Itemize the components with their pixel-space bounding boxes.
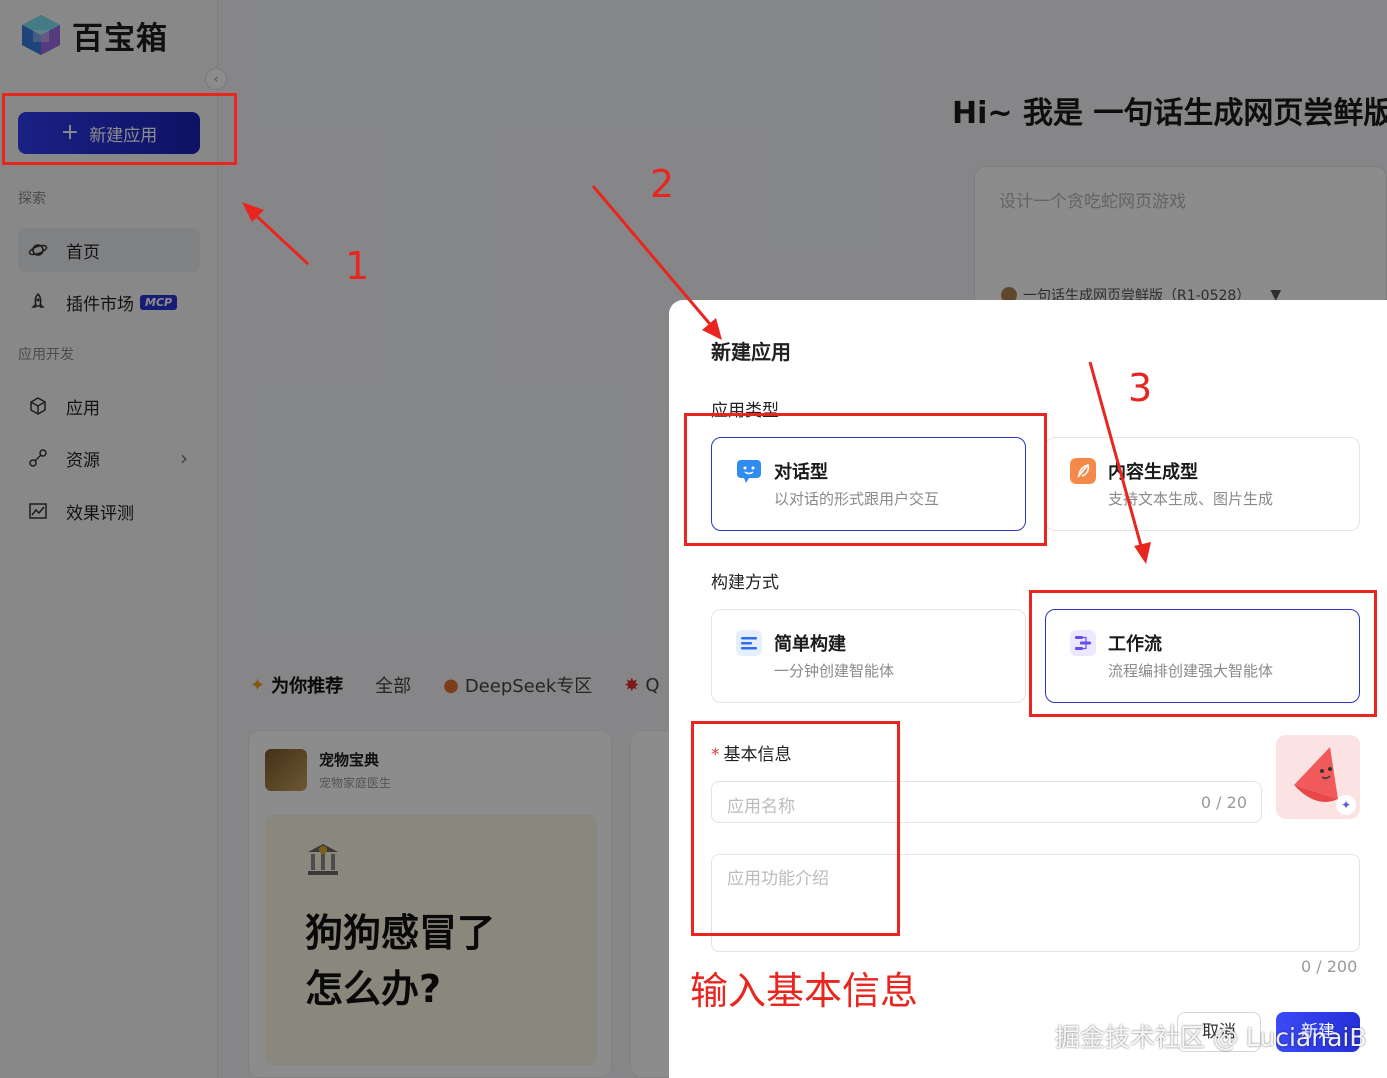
annotation-box-new-app bbox=[2, 93, 237, 165]
annotation-box-chat-type bbox=[684, 413, 1047, 546]
annotation-number-1: 1 bbox=[345, 244, 370, 288]
annotation-note: 输入基本信息 bbox=[690, 969, 919, 1013]
app-description-counter: 0 / 200 bbox=[1301, 957, 1358, 976]
app-avatar-upload[interactable]: ✦ bbox=[1276, 735, 1360, 819]
feather-icon bbox=[1070, 458, 1096, 484]
option-desc: 支持文本生成、图片生成 bbox=[1108, 490, 1274, 508]
option-title: 简单构建 bbox=[774, 634, 846, 655]
app-type-content-option[interactable]: 内容生成型 支持文本生成、图片生成 bbox=[1045, 437, 1360, 531]
annotation-box-workflow bbox=[1029, 590, 1377, 717]
build-mode-simple-option[interactable]: 简单构建 一分钟创建智能体 bbox=[711, 609, 1026, 703]
annotation-box-basic-info bbox=[691, 721, 900, 936]
app-name-counter: 0 / 20 bbox=[1200, 793, 1247, 812]
option-title: 内容生成型 bbox=[1108, 462, 1198, 483]
modal-title: 新建应用 bbox=[711, 340, 791, 364]
annotation-number-2: 2 bbox=[650, 162, 675, 206]
option-desc: 一分钟创建智能体 bbox=[774, 662, 895, 680]
watermark: 掘金技术社区 @ LucianaiB bbox=[1055, 1023, 1367, 1052]
magic-wand-icon[interactable]: ✦ bbox=[1336, 795, 1356, 815]
annotation-number-3: 3 bbox=[1128, 366, 1153, 410]
build-mode-label: 构建方式 bbox=[711, 573, 779, 593]
list-icon bbox=[736, 630, 762, 656]
